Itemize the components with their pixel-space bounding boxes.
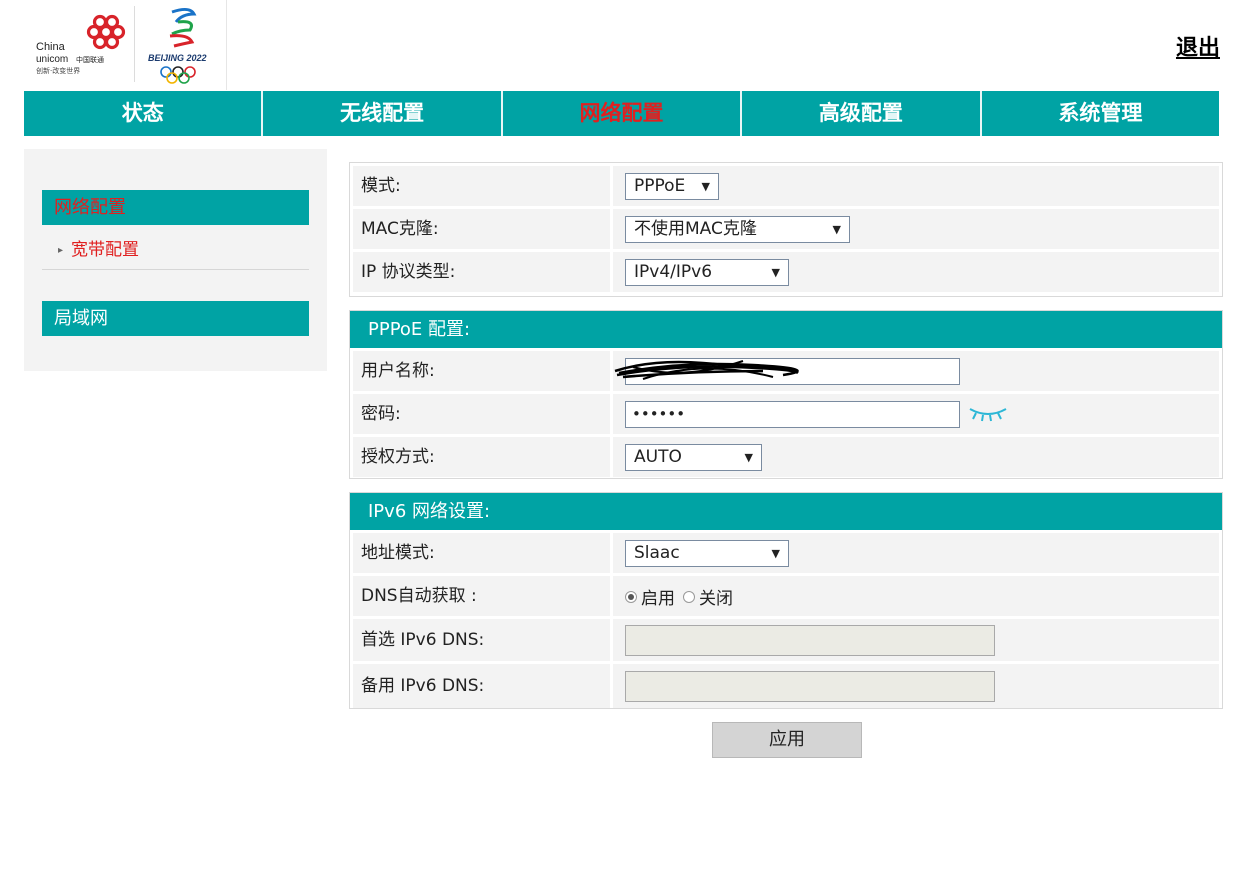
mode-value-cell: PPPoE ▼: [613, 166, 1219, 206]
chevron-right-icon: ▸: [58, 245, 64, 256]
caret-down-icon: ▼: [771, 265, 780, 279]
dns2-value-cell: [613, 664, 1219, 708]
tab-status[interactable]: 状态: [24, 91, 264, 136]
logo-separator: [134, 6, 135, 82]
brand-cu-zh: 中国联通: [76, 55, 104, 64]
tab-advanced[interactable]: 高级配置: [742, 91, 982, 136]
addr-mode-select[interactable]: Slaac ▼: [625, 539, 789, 567]
caret-down-icon: ▼: [771, 546, 780, 560]
mode-select-value: PPPoE: [634, 175, 686, 196]
password-value-cell: ••••••: [613, 394, 1219, 434]
username-label: 用户名称:: [353, 351, 613, 391]
ip-label: IP 协议类型:: [353, 252, 613, 292]
china-unicom-logo: China unicom 中国联通 创新·改变世界: [36, 14, 126, 75]
dns-auto-row: DNS自动获取 : 启用 关闭: [353, 576, 1219, 616]
addr-mode-label: 地址模式:: [353, 533, 613, 573]
username-value-cell: [613, 351, 1219, 391]
auth-select-value: AUTO: [634, 446, 682, 467]
dns2-row: 备用 IPv6 DNS:: [353, 664, 1219, 708]
caret-down-icon: ▼: [701, 179, 710, 193]
secondary-dns-input[interactable]: [625, 670, 995, 702]
brand-bj: BEIJING 2022: [148, 53, 207, 63]
eye-closed-icon[interactable]: [968, 403, 1008, 423]
tab-network[interactable]: 网络配置: [503, 91, 743, 136]
auth-value-cell: AUTO ▼: [613, 437, 1219, 477]
beijing-2022-logo: BEIJING 2022: [148, 7, 207, 84]
password-input[interactable]: ••••••: [625, 400, 960, 428]
auth-row: 授权方式: AUTO ▼: [353, 437, 1219, 477]
dns-auto-value-cell: 启用 关闭: [613, 576, 1219, 616]
mode-select[interactable]: PPPoE ▼: [625, 172, 719, 200]
caret-down-icon: ▼: [744, 450, 753, 464]
auth-label: 授权方式:: [353, 437, 613, 477]
mac-clone-select[interactable]: 不使用MAC克隆 ▼: [625, 215, 850, 243]
mac-select-value: 不使用MAC克隆: [634, 218, 757, 239]
dns-enable-radio[interactable]: [625, 591, 637, 603]
username-row: 用户名称:: [353, 351, 1219, 391]
ip-select-value: IPv4/IPv6: [634, 261, 713, 282]
basic-settings-panel: 模式: PPPoE ▼ MAC克隆: 不使用MAC克隆 ▼ IP 协议类型: IPv…: [349, 162, 1223, 297]
addr-mode-row: 地址模式: Slaac ▼: [353, 533, 1219, 573]
mode-row: 模式: PPPoE ▼: [353, 166, 1219, 206]
mode-label: 模式:: [353, 166, 613, 206]
sidebar: 网络配置 ▸ 宽带配置 局域网: [24, 149, 327, 371]
auth-select[interactable]: AUTO ▼: [625, 443, 762, 471]
mac-label: MAC克隆:: [353, 209, 613, 249]
dns1-row: 首选 IPv6 DNS:: [353, 619, 1219, 661]
tab-system[interactable]: 系统管理: [982, 91, 1219, 136]
password-label: 密码:: [353, 394, 613, 434]
mac-row: MAC克隆: 不使用MAC克隆 ▼: [353, 209, 1219, 249]
primary-dns-input[interactable]: [625, 624, 995, 656]
dns1-value-cell: [613, 619, 1219, 661]
dns1-label: 首选 IPv6 DNS:: [353, 619, 613, 661]
sidebar-item-label: 宽带配置: [71, 240, 140, 260]
dns-enable-label: 启用: [641, 588, 675, 609]
sidebar-group-network[interactable]: 网络配置: [42, 190, 309, 225]
addr-mode-value-cell: Slaac ▼: [613, 533, 1219, 573]
ip-value-cell: IPv4/IPv6 ▼: [613, 252, 1219, 292]
pppoe-panel-title: PPPoE 配置:: [350, 311, 1222, 348]
ipv6-panel: IPv6 网络设置: 地址模式: Slaac ▼ DNS自动获取 : 启用 关闭 …: [349, 492, 1223, 709]
password-row: 密码: ••••••: [353, 394, 1219, 434]
brand-cu-en1: China: [36, 41, 66, 53]
addr-mode-select-value: Slaac: [634, 542, 680, 563]
ip-row: IP 协议类型: IPv4/IPv6 ▼: [353, 252, 1219, 292]
dns-disable-radio[interactable]: [683, 591, 695, 603]
logo-area: China unicom 中国联通 创新·改变世界 BEIJING 2022: [24, 0, 227, 90]
sidebar-group-lan[interactable]: 局域网: [42, 301, 309, 336]
brand-cu-slogan: 创新·改变世界: [36, 66, 80, 75]
pppoe-panel: PPPoE 配置: 用户名称: 密码: •••••• 授权方式: AUTO ▼: [349, 310, 1223, 479]
sidebar-divider: [42, 269, 309, 270]
dns2-label: 备用 IPv6 DNS:: [353, 664, 613, 708]
username-input[interactable]: [625, 357, 960, 385]
sidebar-item-broadband[interactable]: ▸ 宽带配置: [58, 235, 139, 260]
dns-auto-label: DNS自动获取 :: [353, 576, 613, 616]
mac-value-cell: 不使用MAC克隆 ▼: [613, 209, 1219, 249]
top-nav: 状态 无线配置 网络配置 高级配置 系统管理: [24, 91, 1219, 136]
logout-link[interactable]: 退出: [1176, 30, 1220, 62]
caret-down-icon: ▼: [832, 222, 841, 236]
apply-button[interactable]: 应用: [712, 722, 862, 758]
brand-cu-en2: unicom: [36, 54, 68, 65]
tab-wireless[interactable]: 无线配置: [263, 91, 503, 136]
dns-disable-label: 关闭: [699, 588, 733, 609]
ipv6-panel-title: IPv6 网络设置:: [350, 493, 1222, 530]
ip-protocol-select[interactable]: IPv4/IPv6 ▼: [625, 258, 789, 286]
